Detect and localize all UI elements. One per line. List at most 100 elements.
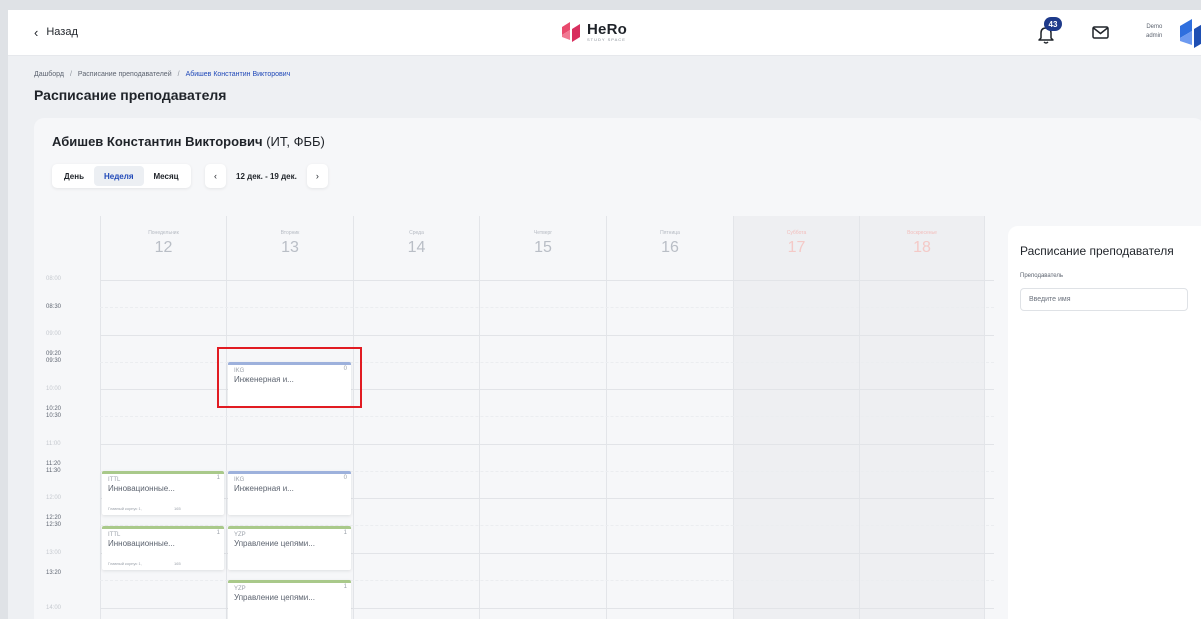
hero-logo-icon — [562, 22, 580, 42]
week-calendar: Понедельник 12 Вторник 13 Среда 14 Четверг 1… — [34, 216, 994, 619]
day-number: 17 — [787, 239, 806, 256]
day-column-thursday[interactable]: Четверг 15 — [479, 216, 606, 619]
lesson-title: Инженерная и... — [234, 375, 294, 384]
time-label: 12:00 — [46, 495, 62, 501]
grid-line — [100, 335, 994, 336]
lesson-room: Главный корпус 1, — [108, 561, 142, 566]
lesson-title: Инновационные... — [108, 539, 175, 548]
teacher-search-panel: Расписание преподавателя Преподаватель — [1008, 226, 1201, 619]
time-label: 14:00 — [46, 605, 62, 611]
user-name[interactable]: Demo admin — [1146, 23, 1162, 41]
day-name: Суббота — [786, 230, 807, 236]
lesson-card[interactable]: ITTL Инновационные... 1 Главный корпус 1… — [102, 526, 224, 570]
logo-subtitle: STUDY SPACE — [587, 37, 626, 42]
lesson-card[interactable]: YZP Управление цепями... 1 — [228, 580, 351, 619]
time-label: 08:00 — [46, 276, 62, 282]
logo-name: HeRo — [587, 21, 627, 38]
chevron-left-icon: ‹ — [34, 24, 39, 40]
lesson-code: ITTL — [108, 477, 121, 483]
time-label: 11:00 — [46, 441, 61, 447]
day-name: Воскресенье — [907, 230, 937, 236]
breadcrumb-dashboard[interactable]: Дашборд — [34, 71, 64, 78]
page-title: Расписание преподавателя — [34, 87, 227, 103]
time-label: 11:30 — [46, 468, 61, 474]
day-number: 13 — [281, 239, 299, 256]
lesson-code: IKG — [234, 477, 245, 483]
day-column-saturday[interactable]: Суббота 17 — [733, 216, 859, 619]
back-button[interactable]: ‹ Назад — [34, 24, 78, 40]
view-month-button[interactable]: Месяц — [144, 166, 189, 186]
app-logo[interactable]: HeRo STUDY SPACE — [559, 20, 627, 44]
breadcrumb-separator: / — [69, 71, 72, 78]
breadcrumb-teacher-schedules[interactable]: Расписание преподавателей — [78, 71, 172, 78]
lesson-room-number: 165 — [174, 506, 181, 511]
breadcrumb-current: Абишев Константин Викторович — [185, 71, 291, 78]
time-label: 13:00 — [46, 550, 62, 556]
day-column-friday[interactable]: Пятница 16 — [606, 216, 733, 619]
next-week-button[interactable]: › — [306, 164, 328, 188]
time-label: 09:00 — [46, 331, 62, 337]
top-header: ‹ Назад HeRo STUDY SPACE 43 Demo admin — [8, 10, 1201, 56]
day-column-wednesday[interactable]: Среда 14 — [353, 216, 479, 619]
day-number: 12 — [154, 239, 173, 256]
time-label: 09:20 — [46, 351, 62, 357]
lesson-count: 0 — [343, 475, 347, 481]
breadcrumb-separator: / — [177, 71, 180, 78]
teacher-field-label: Преподаватель — [1020, 273, 1064, 279]
lesson-count: 1 — [216, 530, 220, 536]
lesson-code: IKG — [234, 368, 245, 374]
day-number: 14 — [407, 239, 426, 256]
prev-week-button[interactable]: ‹ — [205, 164, 226, 188]
search-panel-title: Расписание преподавателя — [1020, 244, 1174, 258]
teacher-groups: (ИТ, ФББ) — [266, 134, 325, 149]
day-number: 16 — [661, 239, 679, 256]
grid-line — [100, 444, 994, 445]
lesson-count: 1 — [343, 530, 347, 536]
lesson-count: 0 — [343, 366, 347, 372]
notification-badge: 43 — [1044, 17, 1062, 31]
lesson-count: 1 — [343, 584, 347, 590]
time-label: 09:30 — [46, 358, 62, 364]
lesson-title: Управление цепями... — [234, 539, 315, 548]
chevron-left-icon: ‹ — [214, 171, 217, 181]
day-name: Вторник — [280, 230, 300, 236]
mail-icon[interactable] — [1092, 25, 1109, 40]
view-day-button[interactable]: День — [54, 166, 94, 186]
view-week-button[interactable]: Неделя — [94, 166, 144, 186]
date-range: 12 дек. - 19 дек. — [236, 171, 297, 181]
lesson-count: 1 — [216, 475, 220, 481]
user-line-2: admin — [1146, 33, 1163, 39]
lesson-room: Главный корпус 1, — [108, 506, 142, 511]
grid-line — [100, 307, 994, 308]
lesson-card[interactable]: YZP Управление цепями... 1 — [228, 526, 351, 570]
day-name: Понедельник — [148, 230, 179, 236]
day-number: 15 — [534, 239, 552, 256]
grid-line — [100, 416, 994, 417]
lesson-title: Управление цепями... — [234, 593, 315, 602]
lesson-card[interactable]: IKG Инженерная и... 0 — [228, 362, 351, 406]
teacher-name: Абишев Константин Викторович (ИТ, ФББ) — [52, 134, 325, 149]
user-line-1: Demo — [1146, 24, 1163, 30]
grid-line — [100, 280, 994, 281]
lesson-code: YZP — [234, 586, 246, 592]
avatar[interactable] — [1178, 17, 1201, 49]
back-label: Назад — [46, 26, 78, 38]
time-label: 10:20 — [46, 406, 62, 412]
time-label: 12:30 — [46, 522, 62, 528]
time-label: 08:30 — [46, 304, 62, 310]
app-window: ‹ Назад HeRo STUDY SPACE 43 Demo admin Д… — [8, 10, 1201, 619]
time-label: 10:00 — [46, 386, 62, 392]
lesson-code: ITTL — [108, 532, 121, 538]
chevron-right-icon: › — [315, 171, 319, 181]
time-label: 13:20 — [46, 570, 62, 576]
day-column-sunday[interactable]: Воскресенье 18 — [859, 216, 985, 619]
screen-frame: ‹ Назад HeRo STUDY SPACE 43 Demo admin Д… — [0, 0, 1201, 619]
teacher-name-input[interactable] — [1020, 288, 1188, 311]
lesson-card[interactable]: ITTL Инновационные... 1 Главный корпус 1… — [102, 471, 224, 515]
day-name: Среда — [409, 230, 424, 236]
lesson-title: Инженерная и... — [234, 484, 294, 493]
lesson-card[interactable]: IKG Инженерная и... 0 — [228, 471, 351, 515]
teacher-full-name: Абишев Константин Викторович — [52, 134, 263, 149]
view-switch: День Неделя Месяц — [52, 164, 191, 188]
time-label: 10:30 — [46, 413, 62, 419]
